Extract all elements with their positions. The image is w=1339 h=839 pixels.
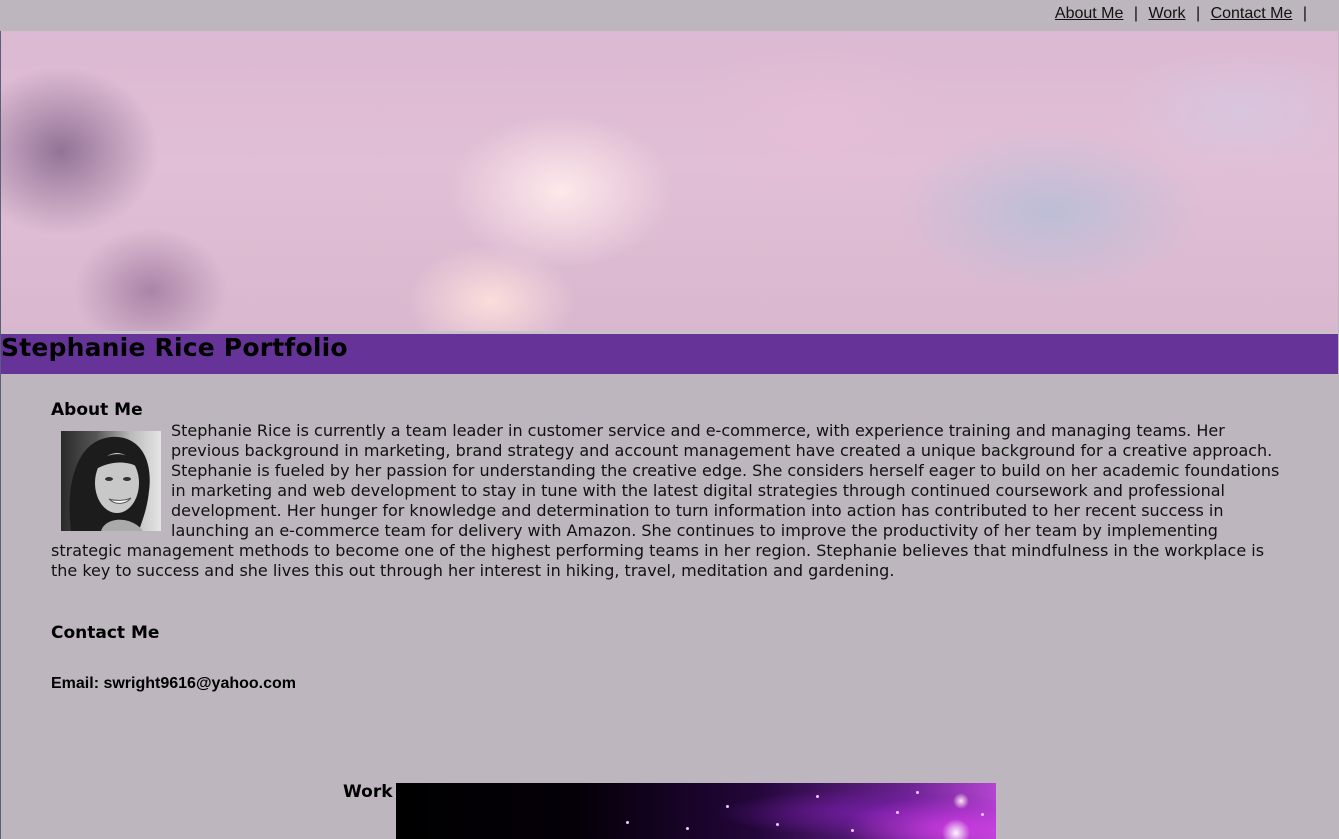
sparkle [916,791,919,794]
nav-links: About Me | Work | Contact Me | [1055,5,1313,23]
profile-photo [61,431,161,531]
about-me-section: Stephanie Rice is currently a team leade… [51,421,1286,581]
sparkle [851,829,854,832]
about-me-heading: About Me [51,400,143,420]
sparkle [816,795,819,798]
sparkle [626,821,629,824]
nav-separator: | [1133,5,1139,22]
nav-separator: | [1302,5,1307,22]
hero-sky-banner [1,31,1338,331]
page-title: Stephanie Rice Portfolio [1,333,348,362]
sparkle [776,823,779,826]
profile-photo-icon [61,431,161,531]
sparkle [726,805,729,808]
top-navigation: About Me | Work | Contact Me | [0,0,1339,31]
sparkle [981,813,984,816]
work-heading: Work [343,782,393,802]
nav-link-contact-me[interactable]: Contact Me [1211,5,1293,22]
sparkle [686,827,689,830]
nav-link-work[interactable]: Work [1148,5,1185,22]
about-me-text: Stephanie Rice is currently a team leade… [51,421,1280,580]
contact-me-heading: Contact Me [51,623,160,643]
email-text: Email: swright9616@yahoo.com [51,675,297,692]
nav-separator: | [1195,5,1201,22]
title-bar: Stephanie Rice Portfolio [1,334,1338,374]
nav-link-about-me[interactable]: About Me [1055,5,1123,22]
sparkle [896,811,899,814]
work-image [396,783,996,839]
